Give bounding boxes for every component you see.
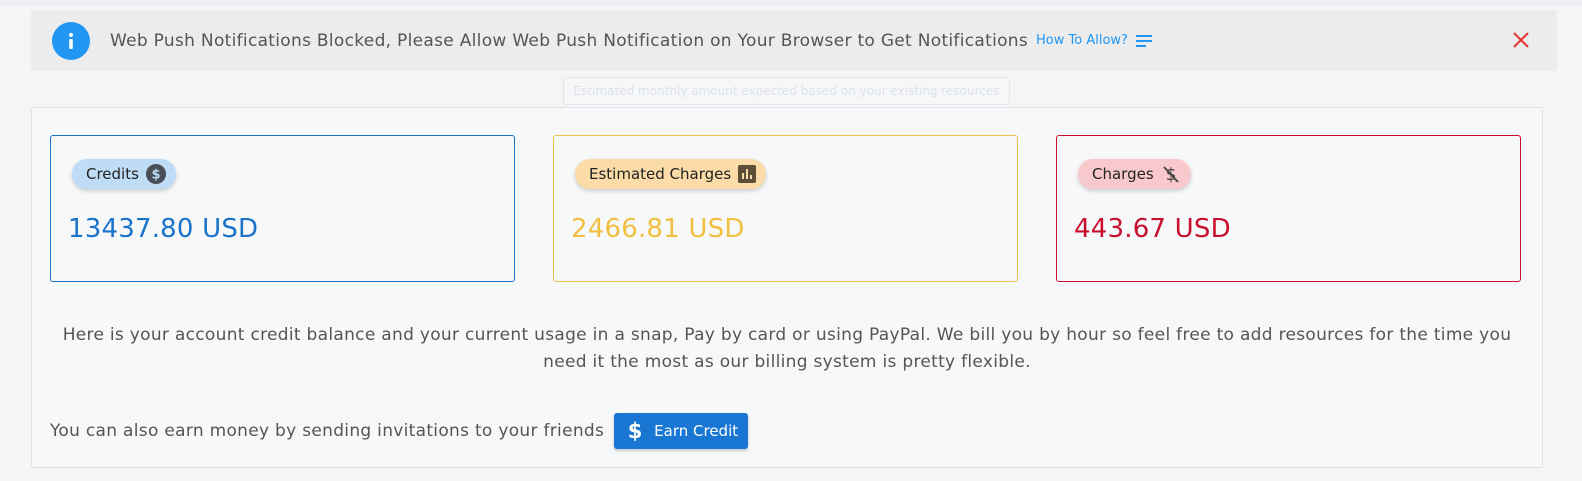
info-icon [52,21,90,60]
credits-card: Credits $ 13437.80 USD [50,135,515,282]
how-to-allow-link[interactable]: How To Allow? [1036,33,1128,48]
credits-label: Credits [86,165,139,183]
push-notification-banner: Web Push Notifications Blocked, Please A… [31,10,1557,71]
estimated-charges-badge[interactable]: Estimated Charges [575,159,767,189]
estimated-charges-label: Estimated Charges [589,165,732,183]
bar-chart-icon [738,165,757,183]
menu-lines-icon[interactable] [1135,34,1152,47]
billing-panel: Credits $ 13437.80 USD Estimated Charges [31,107,1543,468]
earn-credit-button[interactable]: $ Earn Credit [614,413,749,449]
svg-text:$: $ [151,168,160,183]
dollar-icon: $ [628,420,642,442]
money-off-icon: $ [1161,164,1181,184]
earn-credit-row: You can also earn money by sending invit… [50,413,749,449]
earn-credit-label: Earn Credit [654,422,739,440]
close-icon[interactable] [1511,30,1531,54]
estimated-charges-amount: 2466.81 USD [571,214,745,244]
billing-description: Here is your account credit balance and … [62,325,1512,372]
estimated-charges-card: Estimated Charges 2466.81 USD [553,135,1018,282]
top-divider [0,0,1582,6]
charges-label: Charges [1092,165,1154,183]
notification-message: Web Push Notifications Blocked, Please A… [110,30,1029,51]
charges-card: Charges $ 443.67 USD [1056,135,1521,282]
charges-amount: 443.67 USD [1074,214,1231,244]
svg-text:$: $ [628,420,642,442]
credits-amount: 13437.80 USD [68,214,259,244]
estimated-charges-tooltip: Estimated monthly amount expected based … [563,77,1010,105]
dollar-circle-icon: $ [145,164,166,184]
earn-credit-text: You can also earn money by sending invit… [50,421,605,441]
credits-badge: Credits $ [72,159,176,189]
charges-badge: Charges $ [1078,159,1191,189]
